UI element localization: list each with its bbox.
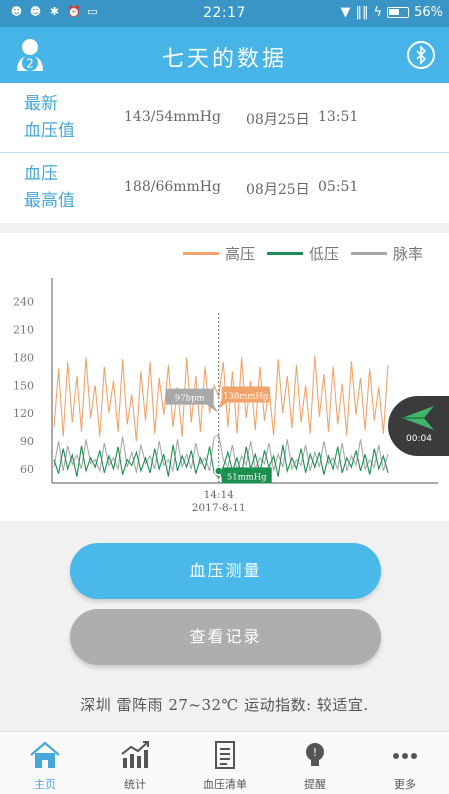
max-bp-row: 血压 最高值 188/66mmHg 08月25日 05:51: [0, 153, 449, 223]
tooltip-high-label: 138mmHg: [223, 391, 269, 401]
playback-button[interactable]: 00:04: [388, 396, 449, 456]
signal-icon: ‖‖: [355, 5, 369, 20]
wifi-icon: ▼: [340, 5, 351, 20]
bp-line-chart[interactable]: 240 210 180 150 120 90 60 138mmHg 51mmHg 97bpm 14:…: [0, 233, 449, 521]
y-tick-label: 150: [13, 379, 34, 392]
tooltip-pulse-label: 97bpm: [175, 394, 205, 404]
nav-bp-list[interactable]: 血压清单: [180, 732, 270, 794]
home-icon: [30, 741, 60, 768]
nav-stats[interactable]: 统计: [90, 732, 180, 794]
playback-time: 00:04: [406, 434, 432, 444]
status-bar: ☻ ☻ ✱ ⏰ ▭ 22:17 ▼ ‖‖ ϟ 56%: [0, 0, 449, 27]
bulb-icon: !: [306, 743, 324, 766]
svg-text:!: !: [313, 746, 317, 759]
bp-value: 188/66mmHg: [124, 179, 221, 195]
chart-icon: [121, 741, 149, 768]
y-tick-label: 210: [13, 324, 34, 337]
bp-value: 143/54mmHg: [124, 109, 221, 125]
y-tick-label: 180: [13, 351, 34, 364]
tooltip-low-label: 51mmHg: [227, 472, 267, 482]
bp-time: 05:51: [318, 179, 359, 195]
y-tick-label: 240: [13, 296, 34, 309]
cursor-date-label: 2017-8-11: [192, 502, 246, 514]
cursor-time-label: 14:14: [204, 489, 235, 501]
nav-reminder[interactable]: ! 提醒: [270, 732, 360, 794]
y-tick-label: 60: [20, 463, 34, 476]
bp-date: 08月25日: [246, 112, 310, 128]
series-line: [53, 355, 389, 442]
bp-summary: 最新 血压值 143/54mmHg 08月25日 13:51 血压 最高值 18…: [0, 83, 449, 223]
more-icon: [393, 753, 417, 759]
measure-bp-button[interactable]: 血压测量: [70, 543, 381, 599]
nav-home[interactable]: 主页: [0, 732, 90, 794]
bluetooth-icon[interactable]: [407, 41, 435, 69]
nav-more[interactable]: 更多: [360, 732, 449, 794]
row-label: 最新 血压值: [24, 94, 75, 141]
list-icon: [215, 741, 235, 769]
y-tick-label: 90: [20, 435, 34, 448]
bp-time: 13:51: [318, 109, 359, 125]
bp-date: 08月25日: [246, 182, 310, 198]
latest-bp-row: 最新 血压值 143/54mmHg 08月25日 13:51: [0, 83, 449, 153]
send-arrow-icon: [402, 406, 434, 430]
chart-panel: 高压 低压 脉率 240 210 180 150 120 90 60 138mmHg 51mmH…: [0, 233, 449, 521]
weather-info: 深圳 雷阵雨 27~32℃ 运动指数: 较适宜.: [80, 696, 369, 714]
battery-icon: [387, 7, 410, 18]
charging-icon: ϟ: [373, 5, 383, 20]
page-title: 七天的数据: [161, 47, 287, 72]
row-label: 血压 最高值: [24, 164, 75, 211]
battery-level: 56%: [414, 5, 443, 20]
y-tick-label: 120: [13, 407, 34, 420]
bottom-nav: 主页 统计 血压清单 ! 提醒 更多: [0, 731, 449, 794]
view-records-button[interactable]: 查看记录: [70, 609, 381, 665]
app-header: 2 七天的数据: [0, 27, 449, 83]
